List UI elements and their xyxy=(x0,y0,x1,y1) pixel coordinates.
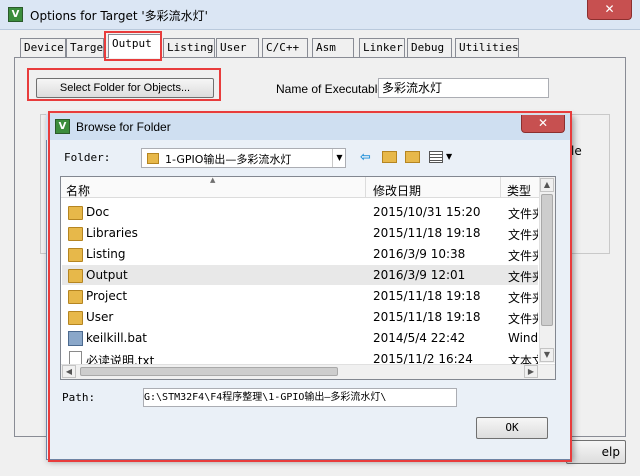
obscured-label-fragment: le xyxy=(571,144,582,158)
window-title: Options for Target '多彩流水灯' xyxy=(30,9,208,23)
tab-device[interactable]: Device xyxy=(20,38,66,57)
help-button[interactable]: elp xyxy=(566,440,626,464)
select-folder-highlight xyxy=(27,68,221,101)
tab-asm[interactable]: Asm xyxy=(312,38,354,57)
window-title-bar: V Options for Target '多彩流水灯' ✕ xyxy=(0,0,640,30)
tab-utilities[interactable]: Utilities xyxy=(455,38,519,57)
name-of-executable-field[interactable]: 多彩流水灯 xyxy=(378,78,549,98)
tab-target[interactable]: Target xyxy=(66,38,104,57)
name-of-executable-label: Name of Executable: xyxy=(276,82,388,96)
tab-listing[interactable]: Listing xyxy=(163,38,215,57)
tab-c-cpp[interactable]: C/C++ xyxy=(262,38,308,57)
output-tab-highlight xyxy=(104,31,162,61)
app-icon: V xyxy=(8,7,23,22)
close-icon[interactable]: ✕ xyxy=(587,0,632,20)
tab-debug[interactable]: Debug xyxy=(407,38,452,57)
tab-linker[interactable]: Linker xyxy=(359,38,405,57)
dialog-highlight xyxy=(48,111,572,462)
tab-user[interactable]: User xyxy=(216,38,259,57)
